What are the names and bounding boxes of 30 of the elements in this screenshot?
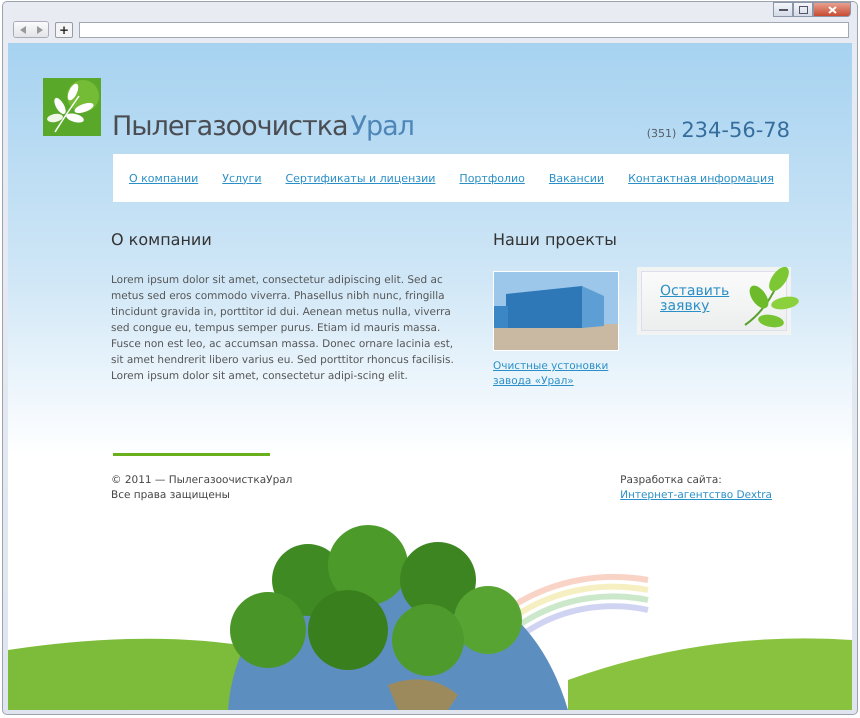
address-bar[interactable] [79,22,849,38]
forward-button[interactable] [31,22,48,37]
nav-link[interactable]: Вакансии [548,172,604,184]
developer-label: Разработка сайта: [620,473,723,488]
minimize-button[interactable] [773,2,793,17]
close-icon [828,6,836,14]
nav-link[interactable]: Портфолио [459,172,525,184]
nav-link[interactable]: Контактная информация [628,172,774,184]
phone-number: 234-56-78 [681,118,790,142]
minimize-icon [778,8,788,12]
developer-link[interactable]: Интернет-агентство Dextra [620,488,772,503]
project-link[interactable]: Очистные устоновки завода «Урал» [493,359,619,389]
maximize-button[interactable] [793,2,813,17]
copyright-text: © 2011 — ПылегазоочисткаУрал [111,473,292,488]
nav-link[interactable]: О компании [129,172,198,184]
nav-link[interactable]: Услуги [222,172,262,184]
section-title: Наши проекты [493,230,618,249]
forward-arrow-icon [36,26,42,34]
rights-text: Все права защищены [111,488,231,503]
phone-code: (351) [646,127,676,140]
section-title: О компании [111,230,213,249]
about-text: Lorem ipsum dolor sit amet, consectetur adipiscing elit. Sed ac metus sed eros commodo viverra. Phasellus nibh nunc, fringilla tincidunt gravida in, porttitor id dui. Aenean metus nulla, viverra sed congue eu, tempus semper purus. Etiam id mauris massa. Fusce non est leo, ac accumsan massa. Donec ornare lacinia est, sit amet hendrerit libero varius eu. Sed porttitor rhoncus facilisis. Lorem ipsum dolor sit amet, consectetur adipi-scing elit. [111,273,455,384]
back-arrow-icon [20,26,26,34]
maximize-icon [798,6,808,14]
new-tab-button[interactable]: + [55,22,73,38]
back-button[interactable] [14,22,31,37]
nav-link[interactable]: Сертификаты и лицензии [285,172,436,184]
leaf-logo-icon [43,78,101,136]
site-logo-text: ПылегазоочисткаУрал [112,111,414,142]
close-button[interactable] [813,2,851,17]
